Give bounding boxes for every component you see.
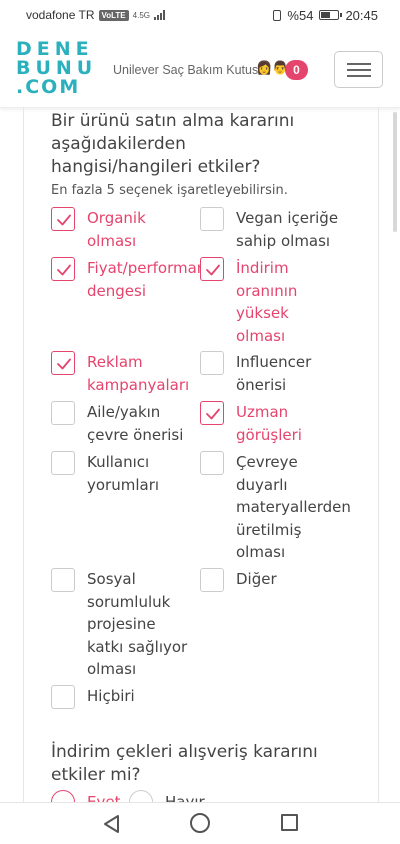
question-2-title: İndirim çekleri alışveriş kararını etkil… (51, 742, 318, 785)
site-logo[interactable]: DENE BUNU .COM (16, 40, 92, 98)
label-line: Hiçbiri (87, 687, 135, 705)
box-title[interactable]: Unilever Saç Bakım Kutusu (113, 63, 265, 77)
checkmark-icon (57, 214, 71, 226)
checkbox-option-label: İndirim oranının yüksek olması (236, 257, 297, 347)
label-line: sorumluluk (87, 592, 171, 611)
checkbox[interactable] (200, 451, 224, 475)
navigation-bar (0, 802, 400, 844)
checkbox-checked[interactable] (51, 257, 75, 281)
checkbox[interactable] (51, 401, 75, 425)
checkbox-option-label: Vegan içeriğe sahip olması (236, 207, 338, 252)
network-type: 4.5G (132, 10, 150, 20)
checkbox[interactable] (200, 207, 224, 231)
label-line: İndirim (236, 259, 289, 277)
label-line: kampanyaları (87, 375, 190, 394)
status-left: vodafone TR VoLTE 4.5G (26, 8, 165, 22)
label-line: önerisi (236, 375, 287, 394)
checkbox-option-label: Hiçbiri (87, 685, 135, 708)
checkbox-option-label: Influencer önerisi (236, 351, 311, 396)
label-line: Influencer (236, 353, 312, 371)
checkbox-option-label: Uzman görüşleri (236, 401, 302, 446)
label-line: çevre önerisi (87, 425, 184, 444)
label-line: katkı sağlıyor (87, 637, 188, 656)
label-line: yorumları (87, 475, 160, 494)
checkbox-option-label: Reklam kampanyaları (87, 351, 189, 396)
label-line: Organik (87, 209, 146, 227)
label-line: Vegan içeriğe (236, 209, 339, 227)
battery-percent: %54 (287, 7, 314, 23)
menu-button[interactable] (334, 51, 383, 88)
label-line: duyarlı (236, 475, 288, 494)
radio-yes-label: Evet (87, 793, 121, 802)
hamburger-icon-line (347, 69, 371, 71)
hamburger-icon-line (347, 75, 371, 77)
label-line: Aile/yakın (87, 403, 161, 421)
label-line: projesine (87, 615, 156, 633)
recent-apps-icon[interactable] (281, 814, 298, 831)
checkbox-checked[interactable] (200, 401, 224, 425)
checkmark-icon (206, 408, 220, 420)
label-line: yüksek (236, 304, 289, 322)
status-right: %54 20:45 (273, 8, 378, 23)
label-line: Çevreye (236, 453, 298, 471)
checkbox-option-label: Çevreye duyarlı materyallerden üretilmiş olm… (236, 451, 351, 564)
label-line: Uzman (236, 403, 289, 421)
checkbox[interactable] (51, 568, 75, 592)
label-line: oranının (236, 281, 298, 300)
checkbox-option-label: Kullanıcı yorumları (87, 451, 159, 496)
label-line: Fiyat/performans (87, 259, 201, 277)
label-line: olması (236, 543, 286, 561)
logo-line-3: .COM (16, 76, 81, 98)
label-line: görüşleri (236, 425, 302, 444)
vibrate-icon (273, 9, 282, 21)
label-line: olması (236, 326, 286, 345)
checkbox-checked[interactable] (200, 257, 224, 281)
label-line: Diğer (236, 570, 277, 588)
back-icon[interactable] (102, 814, 120, 834)
signal-icon (154, 10, 165, 20)
checkbox-option-label: Fiyat/performans dengesi (87, 257, 201, 302)
question-hint: En fazla 5 seçenek işaretleyebilirsin. (51, 183, 288, 198)
radio-no-label: Hayır (165, 793, 205, 802)
carrier-name: vodafone TR (26, 8, 95, 22)
checkmark-icon (206, 264, 220, 276)
checkmark-icon (57, 358, 71, 370)
scrollbar[interactable] (393, 112, 397, 232)
checkbox-option-label: Organik olması (87, 207, 146, 252)
volte-badge: VoLTE (98, 9, 129, 21)
checkbox-option-label: Aile/yakın çevre önerisi (87, 401, 183, 446)
battery-icon (319, 10, 343, 20)
status-bar: vodafone TR VoLTE 4.5G %54 20:45 (0, 0, 400, 30)
site-header: DENE BUNU .COM Unilever Saç Bakım Kutusu… (0, 30, 400, 108)
clock: 20:45 (345, 7, 378, 23)
label-line: dengesi (87, 281, 146, 300)
checkbox-checked[interactable] (51, 207, 75, 231)
label-line: olması (87, 660, 137, 678)
people-emoji: 👩👨 (256, 60, 289, 75)
checkbox-checked[interactable] (51, 351, 75, 375)
checkbox[interactable] (51, 451, 75, 475)
home-icon[interactable] (190, 813, 210, 833)
label-line: materyallerden (236, 498, 351, 516)
label-line: olması (87, 231, 137, 250)
cart-count-badge[interactable]: 0 (285, 60, 308, 80)
checkbox[interactable] (200, 351, 224, 375)
label-line: sahip olması (236, 231, 331, 250)
checkbox[interactable] (200, 568, 224, 592)
checkbox-option-label: Sosyal sorumluluk projesine katkı sağlıyor o… (87, 568, 187, 681)
checkmark-icon (57, 264, 71, 276)
checkbox-option-label: Diğer (236, 568, 277, 591)
hamburger-icon-line (347, 63, 371, 65)
label-line: Kullanıcı (87, 453, 150, 471)
label-line: üretilmiş (236, 520, 302, 539)
label-line: Sosyal (87, 570, 136, 588)
question-title: Bir ürünü satın alma kararını aşağıdakil… (51, 111, 295, 177)
checkbox[interactable] (51, 685, 75, 709)
label-line: Reklam (87, 353, 143, 371)
